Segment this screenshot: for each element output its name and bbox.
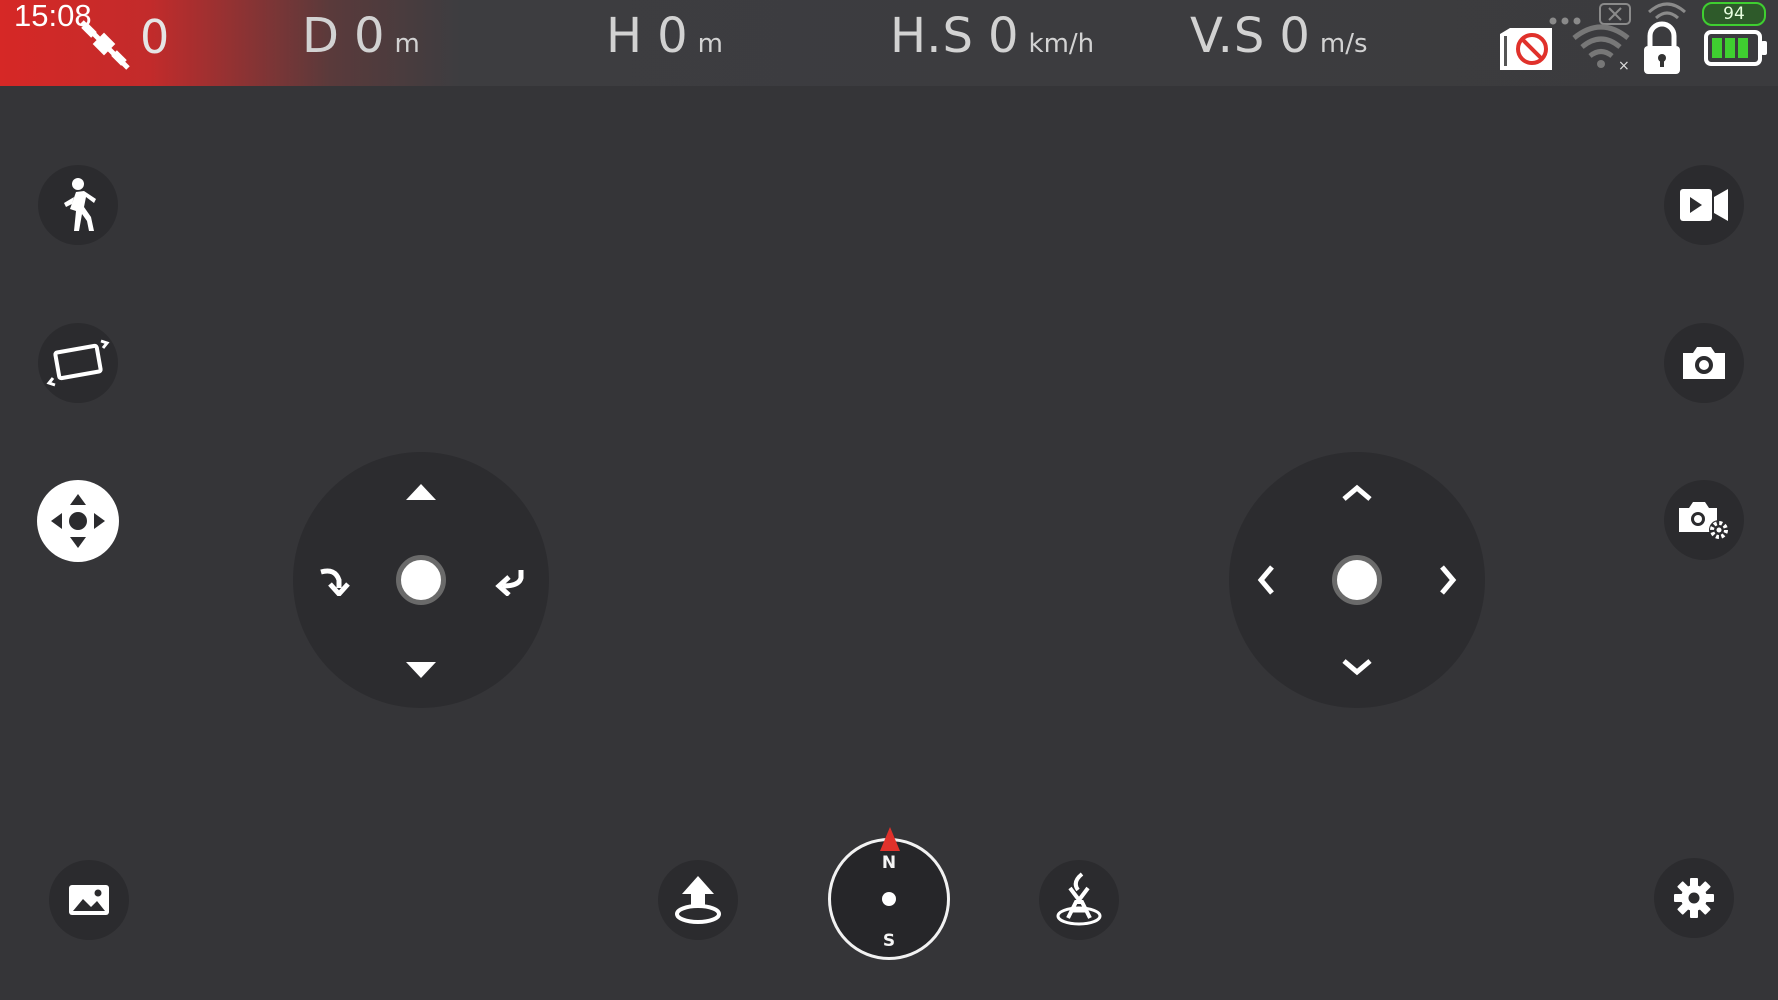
throttle-up-arrow-icon [406, 484, 436, 500]
record-video-icon [1680, 189, 1728, 221]
gallery-button[interactable] [49, 860, 129, 940]
svg-text:×: × [1618, 58, 1630, 72]
height-label: H [606, 8, 644, 64]
height-readout: H0m [606, 8, 723, 64]
backward-arrow-icon [1342, 659, 1372, 676]
battery-icon [1704, 30, 1767, 66]
follow-mode-button[interactable] [38, 165, 118, 245]
sd-card-blocked-icon [1500, 28, 1552, 70]
distance-label: D [302, 8, 340, 64]
compass: N S [828, 827, 950, 960]
follow-mode-icon [64, 178, 96, 231]
camera-settings-button[interactable] [1664, 480, 1744, 560]
left-arrow-icon [1257, 565, 1274, 595]
right-joystick[interactable] [1229, 452, 1485, 708]
vertical-speed-readout: V.S 0 m/s [1190, 8, 1368, 64]
distance-unit: m [394, 29, 420, 59]
record-video-button[interactable] [1664, 165, 1744, 245]
compass-north-label: N [881, 853, 897, 873]
screen-rotate-button[interactable] [38, 323, 118, 403]
gallery-icon [69, 885, 109, 915]
takeoff-button[interactable] [658, 860, 738, 940]
satellite-off-icon [80, 20, 130, 70]
vertical-speed-label: V.S [1190, 8, 1266, 64]
satellite-count: 0 [140, 10, 170, 64]
screen-rotate-icon [46, 339, 110, 387]
yaw-right-arrow-icon [495, 570, 524, 596]
compass-south-label: S [882, 931, 896, 951]
horizontal-speed-value: 0 [987, 8, 1019, 64]
right-arrow-icon [1440, 565, 1457, 595]
horizontal-speed-label: H.S [890, 8, 974, 64]
land-button[interactable] [1039, 860, 1119, 940]
horizontal-speed-unit: km/h [1028, 29, 1095, 59]
battery-percent: 94 [1723, 4, 1745, 24]
throttle-down-arrow-icon [406, 662, 436, 678]
left-joystick-knob[interactable] [396, 555, 446, 605]
takeoff-icon [675, 876, 721, 924]
lock-icon [1644, 21, 1680, 74]
distance-readout: D0m [302, 8, 420, 64]
take-photo-icon [1683, 347, 1725, 379]
compass-needle [880, 827, 900, 851]
vertical-speed-value: 0 [1279, 8, 1310, 64]
height-value: 0 [657, 8, 688, 64]
move-mode-button[interactable] [37, 480, 119, 562]
distance-value: 0 [353, 8, 385, 64]
move-mode-icon [51, 494, 105, 548]
height-unit: m [697, 29, 723, 59]
settings-button[interactable] [1654, 858, 1734, 938]
battery-percent-badge: 94 [1702, 2, 1766, 26]
yaw-left-arrow-icon [320, 568, 350, 596]
status-bar: 15:08 0 D0m H0m H.S 0 km/h V.S 0 m/s × 9… [0, 0, 1778, 86]
settings-gear-icon [1674, 878, 1714, 918]
horizontal-speed-readout: H.S 0 km/h [890, 8, 1094, 64]
wifi-disconnected-icon: × [1572, 24, 1630, 72]
forward-arrow-icon [1342, 484, 1372, 501]
left-joystick[interactable] [293, 452, 549, 708]
land-icon [1056, 872, 1102, 926]
right-joystick-knob[interactable] [1332, 555, 1382, 605]
compass-center-dot [882, 892, 896, 906]
vertical-speed-unit: m/s [1319, 29, 1368, 59]
take-photo-button[interactable] [1664, 323, 1744, 403]
camera-settings-icon [1679, 502, 1729, 540]
